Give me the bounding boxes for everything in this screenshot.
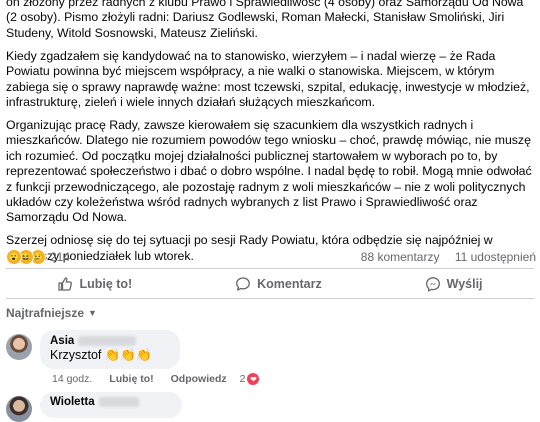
divider [6, 268, 534, 269]
like-button-label: Lubię to! [79, 277, 133, 291]
divider [6, 298, 534, 299]
wow-reaction-icon: 😮 [6, 249, 22, 265]
action-bar: Lubię to! Komentarz Wyślij [6, 272, 534, 296]
send-button-label: Wyślij [446, 277, 483, 291]
post-paragraph: Kiedy zgadzałem się kandydować na to sta… [6, 48, 530, 110]
share-count-link[interactable]: 11 udostępnień [455, 250, 536, 264]
comment-author[interactable]: Asia [50, 335, 168, 347]
comment-reply-button[interactable]: Odpowiedz [171, 373, 227, 385]
comment-meta: 14 godz. Lubię to! Odpowiedz 2 ❤ [52, 373, 260, 385]
reaction-count[interactable]: 214 [50, 250, 70, 264]
sort-label: Najtrafniejsze [6, 306, 85, 320]
like-button[interactable]: Lubię to! [57, 276, 132, 292]
comment-bubble: Wioletta [40, 392, 182, 418]
comment-author-name[interactable]: Asia [50, 335, 74, 347]
blurred-surname [98, 397, 139, 407]
comment-button[interactable]: Komentarz [235, 276, 322, 292]
blurred-surname [78, 336, 137, 346]
thumbs-up-icon [58, 277, 73, 291]
comment-reaction-count[interactable]: 2 ❤ [240, 373, 260, 385]
comment-author-name[interactable]: Wioletta [50, 396, 95, 408]
comment-sort-dropdown[interactable]: Najtrafniejsze ▼ [6, 306, 97, 320]
comment-time[interactable]: 14 godz. [52, 373, 92, 385]
comment-like-count: 2 [239, 373, 246, 385]
reactions-summary[interactable]: 😮 😆 😢 214 [6, 249, 70, 265]
comment-author[interactable]: Wioletta [50, 396, 170, 408]
post-paragraph: Organizując pracę Rady, zawsze kierowałe… [6, 118, 532, 225]
messenger-icon [425, 277, 440, 292]
post-body: on złożony przez radnych z klubu Prawo i… [6, 0, 536, 272]
avatar[interactable] [6, 334, 32, 360]
send-button[interactable]: Wyślij [425, 276, 483, 292]
avatar[interactable] [6, 396, 32, 422]
post-stats: 😮 😆 😢 214 88 komentarzy 11 udostępnień [6, 248, 536, 266]
comment-bubble-icon [236, 277, 251, 291]
comment-text: Krzysztof 👏👏👏 [50, 348, 152, 362]
comment-bubble: Asia Krzysztof 👏👏👏 [40, 330, 180, 369]
comment-button-label: Komentarz [257, 277, 322, 291]
comment-count-link[interactable]: 88 komentarzy [361, 250, 440, 264]
heart-icon: ❤ [247, 373, 260, 385]
post-paragraph: on złożony przez radnych z klubu Prawo i… [6, 0, 524, 40]
chevron-down-icon: ▼ [88, 308, 97, 318]
comment-like-button[interactable]: Lubię to! [109, 373, 153, 385]
